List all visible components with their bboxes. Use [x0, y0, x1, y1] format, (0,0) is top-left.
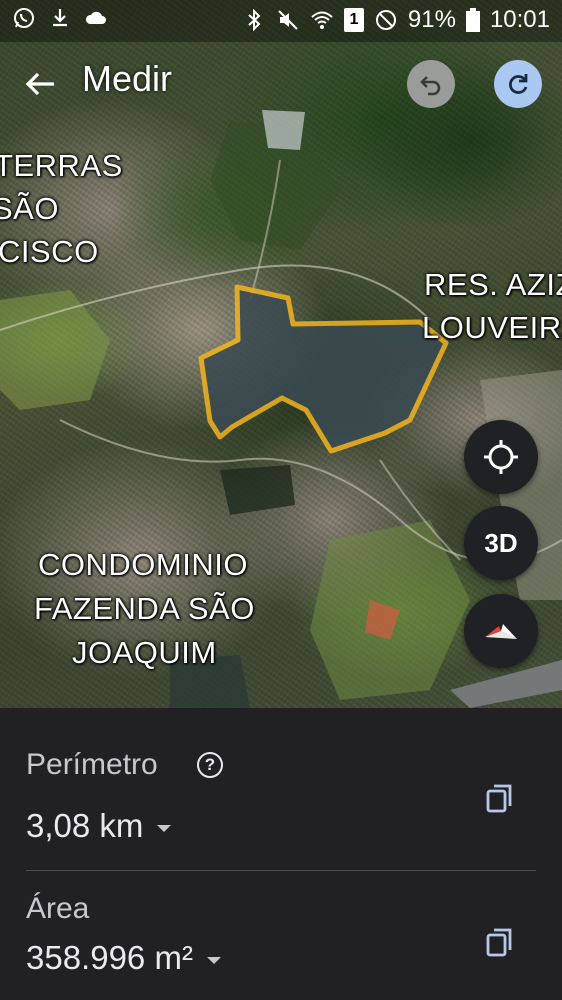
map-label: RES. AZIZ [424, 267, 562, 302]
chevron-down-icon [157, 824, 172, 832]
perimeter-unit-selector[interactable]: 3,08 km [26, 807, 172, 845]
area-value: 358.996 m² [26, 939, 193, 976]
area-label: Área [26, 892, 90, 925]
copy-icon[interactable] [484, 926, 516, 958]
measured-area-outline[interactable] [198, 284, 449, 454]
map-label: JOAQUIM [72, 635, 217, 670]
copy-icon[interactable] [484, 782, 516, 814]
clock: 10:01 [489, 6, 550, 33]
wifi-icon [311, 11, 333, 29]
map-label: SÃO [0, 191, 59, 226]
battery-percent: 91% [407, 6, 456, 33]
back-arrow-icon[interactable] [20, 64, 60, 104]
compass-icon [485, 624, 517, 639]
download-icon [53, 9, 67, 27]
cloud-icon [85, 11, 106, 24]
my-location-icon [484, 440, 518, 474]
bluetooth-icon [248, 8, 261, 32]
measurement-panel: Perímetro ? 3,08 km Área 358.996 m² [0, 708, 562, 1000]
status-bar: 1 91% 10:01 [0, 0, 562, 42]
perimeter-value: 3,08 km [26, 807, 144, 844]
battery-icon [465, 8, 480, 32]
block-icon [375, 10, 396, 30]
redo-button[interactable] [494, 60, 542, 108]
mute-icon [278, 10, 298, 30]
whatsapp-icon [14, 8, 34, 28]
my-location-button[interactable] [464, 420, 538, 494]
redo-icon [509, 74, 528, 94]
undo-button[interactable] [407, 60, 455, 108]
compass-button[interactable] [464, 594, 538, 668]
sim-icon: 1 [343, 8, 364, 32]
divider [26, 870, 536, 871]
map-label: FAZENDA SÃO [34, 591, 255, 626]
3d-toggle-button[interactable]: 3D [464, 506, 538, 580]
chevron-down-icon [206, 956, 221, 964]
map-label: LOUVEIRA [422, 310, 562, 345]
map-label: TERRAS [0, 148, 123, 183]
page-title: Medir [82, 58, 173, 99]
undo-icon [420, 76, 441, 96]
area-unit-selector[interactable]: 358.996 m² [26, 939, 221, 977]
help-icon[interactable]: ? [197, 752, 223, 778]
map-label: CONDOMINIO [38, 547, 248, 582]
map-label: CISCO [0, 234, 99, 269]
perimeter-label: Perímetro [26, 748, 158, 781]
